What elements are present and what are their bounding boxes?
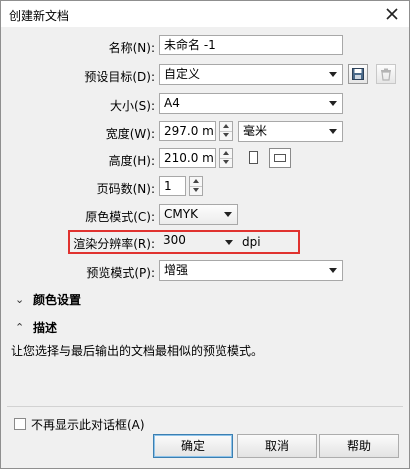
size-row: 大小(S): A4 (1, 93, 409, 117)
preview-mode-select[interactable]: 增强 (159, 260, 343, 281)
cancel-button[interactable]: 取消 (237, 434, 317, 458)
expand-icon: ⌄ (15, 292, 25, 306)
delete-preset-button[interactable] (376, 64, 396, 84)
floppy-disk-icon (352, 68, 364, 80)
description-section[interactable]: ⌃ 描述 (15, 318, 57, 336)
width-input[interactable]: 297.0 mm (159, 121, 216, 141)
preset-label: 预设目标(D): (84, 70, 155, 84)
unit-select[interactable]: 毫米 (238, 121, 343, 142)
ok-button[interactable]: 确定 (153, 434, 233, 458)
height-stepper[interactable] (219, 148, 233, 168)
preset-select[interactable]: 自定义 (159, 64, 343, 85)
pages-label: 页码数(N): (96, 182, 155, 196)
size-select[interactable]: A4 (159, 93, 343, 114)
color-mode-row: 原色模式(C): CMYK (1, 204, 409, 228)
resolution-unit: dpi (242, 235, 261, 249)
color-settings-section[interactable]: ⌄ 颜色设置 (15, 290, 81, 308)
resolution-label: 渲染分辨率(R): (73, 237, 155, 251)
preview-mode-value: 增强 (164, 263, 189, 277)
color-mode-select[interactable]: CMYK (159, 204, 238, 225)
chevron-down-icon (329, 129, 337, 134)
color-mode-value: CMYK (164, 207, 198, 221)
preview-mode-label: 预览模式(P): (86, 266, 155, 280)
description-title: 描述 (33, 320, 58, 335)
dont-show-label: 不再显示此对话框(A) (31, 418, 145, 432)
width-row: 宽度(W): 297.0 mm 毫米 (1, 121, 409, 145)
height-row: 高度(H): 210.0 mm (1, 148, 409, 172)
width-stepper[interactable] (219, 121, 233, 141)
chevron-down-icon (329, 101, 337, 106)
collapse-icon: ⌃ (15, 320, 25, 334)
trash-icon (381, 68, 391, 81)
close-icon[interactable] (381, 3, 403, 25)
portrait-orientation-icon[interactable] (249, 151, 258, 164)
color-mode-label: 原色模式(C): (85, 210, 155, 224)
help-button[interactable]: 帮助 (319, 434, 399, 458)
pages-row: 页码数(N): 1 (1, 176, 409, 200)
chevron-down-icon (329, 72, 337, 77)
save-preset-button[interactable] (348, 64, 368, 84)
preset-row: 预设目标(D): 自定义 (1, 64, 409, 88)
title-bar: 创建新文档 (1, 1, 409, 27)
chevron-down-icon (224, 212, 232, 217)
landscape-orientation-button[interactable] (269, 148, 291, 168)
color-settings-title: 颜色设置 (33, 292, 82, 307)
description-text: 让您选择与最后输出的文档最相似的预览模式。 (11, 344, 264, 358)
unit-value: 毫米 (243, 124, 268, 138)
height-label: 高度(H): (108, 154, 155, 168)
pages-stepper[interactable] (189, 176, 203, 196)
size-label: 大小(S): (109, 99, 155, 113)
pages-input[interactable]: 1 (159, 176, 186, 196)
divider (7, 406, 403, 407)
name-label: 名称(N): (108, 41, 155, 55)
dont-show-checkbox[interactable] (14, 418, 26, 430)
chevron-down-icon[interactable] (225, 240, 233, 245)
resolution-row: 渲染分辨率(R): 300 dpi (1, 231, 409, 255)
create-document-dialog: 创建新文档 名称(N): 未命名 -1 预设目标(D): 自定义 大小(S): … (0, 0, 410, 469)
dialog-title: 创建新文档 (9, 9, 70, 23)
chevron-down-icon (329, 268, 337, 273)
name-row: 名称(N): 未命名 -1 (1, 35, 409, 59)
resolution-value: 300 (163, 233, 186, 247)
name-input[interactable]: 未命名 -1 (159, 35, 343, 55)
preset-value: 自定义 (164, 67, 201, 81)
size-value: A4 (164, 96, 180, 110)
height-input[interactable]: 210.0 mm (159, 148, 216, 168)
landscape-orientation-icon (274, 154, 286, 162)
width-label: 宽度(W): (105, 127, 155, 141)
preview-mode-row: 预览模式(P): 增强 (1, 260, 409, 284)
